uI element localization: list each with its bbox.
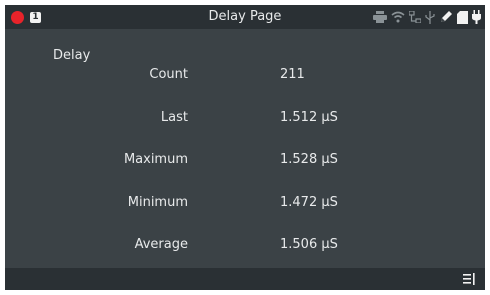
title-bar: 1 Delay Page bbox=[5, 5, 485, 29]
power-plug-icon bbox=[472, 10, 481, 24]
menu-icon[interactable] bbox=[461, 271, 477, 287]
pen-icon bbox=[441, 11, 452, 22]
minimum-label: Minimum bbox=[127, 195, 188, 210]
count-value: 211 bbox=[280, 67, 305, 82]
usb-icon bbox=[425, 10, 435, 24]
network-icon bbox=[409, 11, 421, 23]
last-value: 1.512 μS bbox=[280, 110, 338, 125]
wifi-icon bbox=[391, 11, 405, 23]
minimum-value: 1.472 μS bbox=[280, 195, 338, 210]
last-label: Last bbox=[160, 110, 188, 125]
section-title: Delay bbox=[53, 48, 91, 63]
bottom-bar bbox=[5, 268, 485, 290]
app-window: 1 Delay Page Delay Count 211 Last 1.512 … bbox=[5, 5, 485, 290]
count-label: Count bbox=[149, 67, 188, 82]
printer-icon bbox=[373, 11, 387, 23]
sd-card-icon bbox=[457, 10, 468, 24]
maximum-value: 1.528 μS bbox=[280, 152, 338, 167]
average-label: Average bbox=[134, 237, 188, 252]
maximum-label: Maximum bbox=[123, 152, 188, 167]
average-value: 1.506 μS bbox=[280, 237, 338, 252]
status-icons bbox=[373, 9, 481, 25]
